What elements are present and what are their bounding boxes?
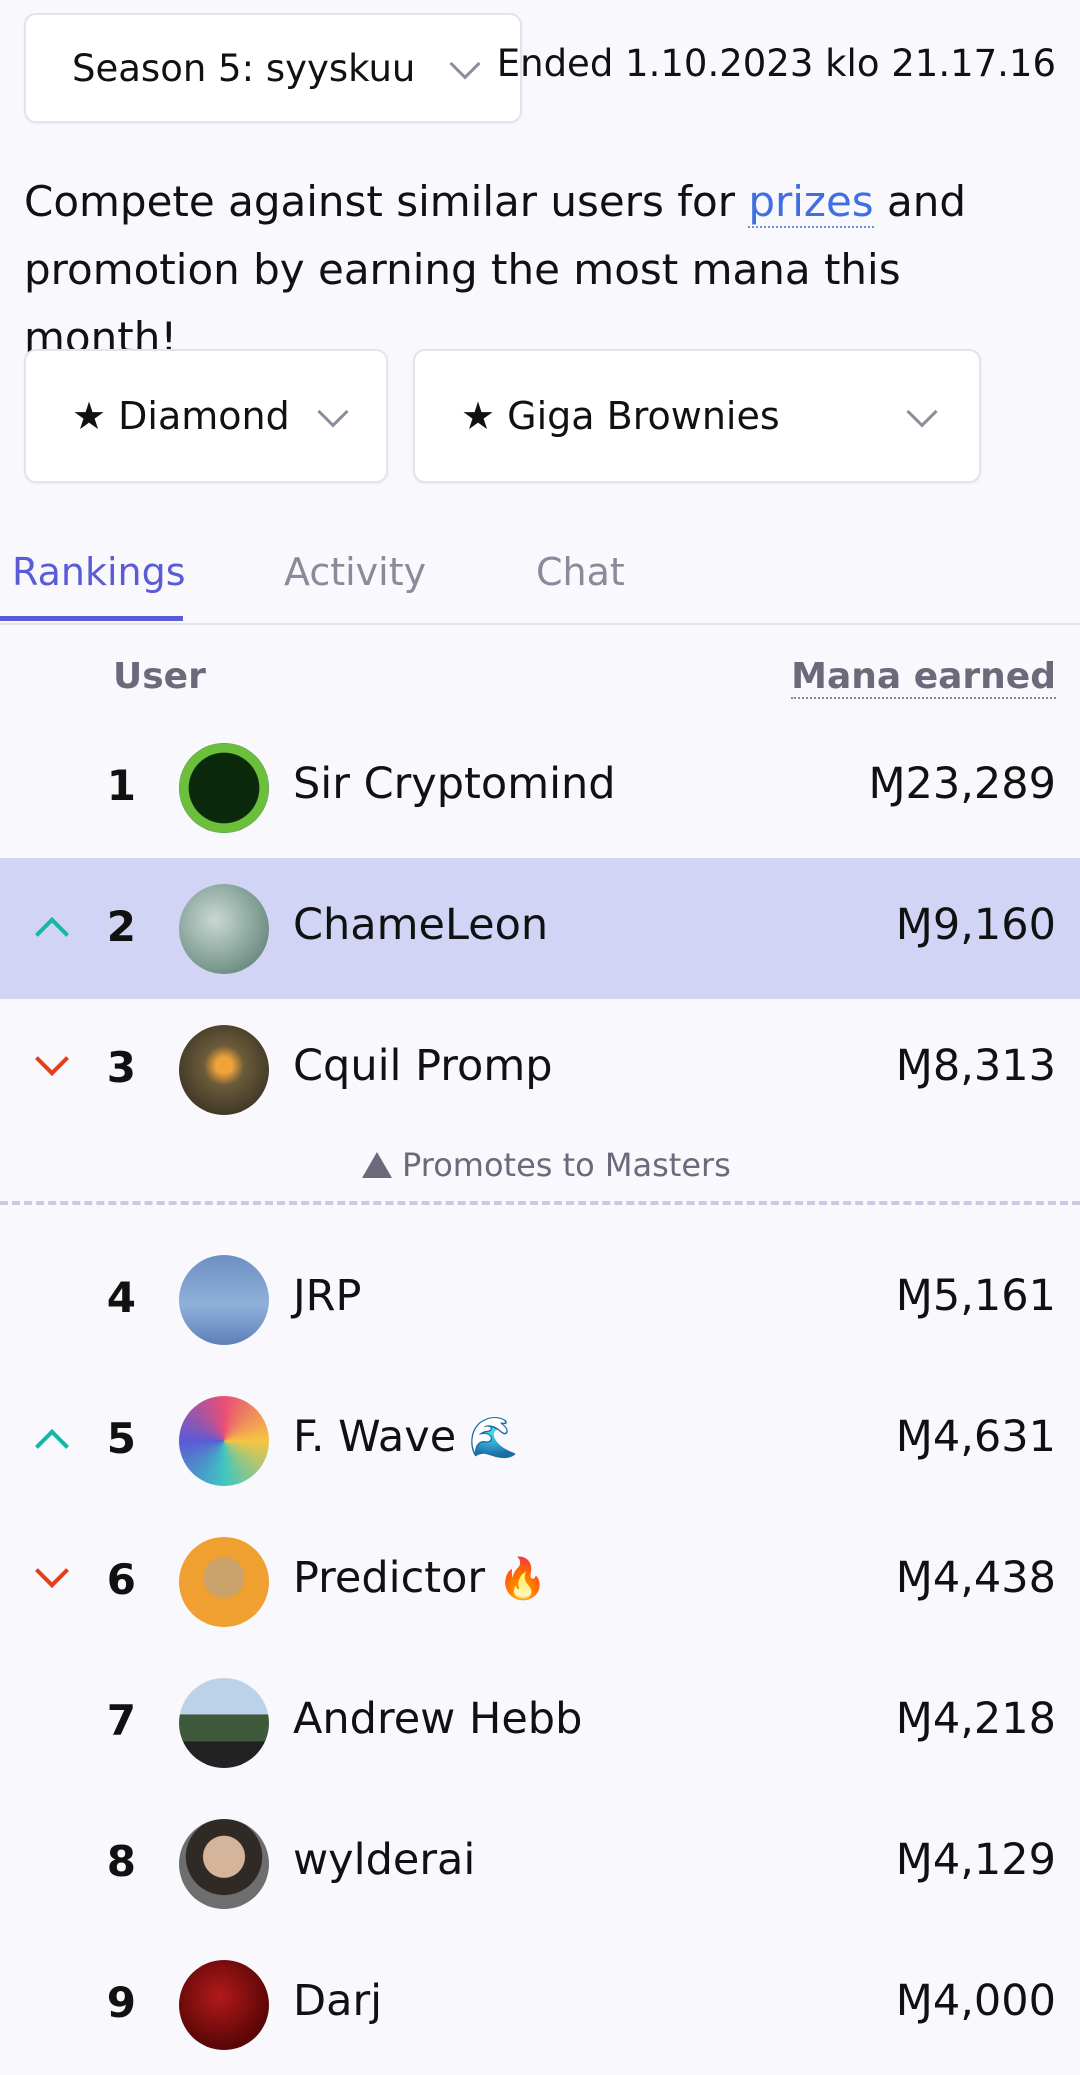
ranking-row[interactable]: 5 F. Wave 🌊 Ɱ4,631 bbox=[0, 1370, 1080, 1511]
ranking-row[interactable]: 7 Andrew Hebb Ɱ4,218 bbox=[0, 1652, 1080, 1793]
tab-activity[interactable]: Activity bbox=[284, 550, 426, 594]
user-name-link[interactable]: Darj bbox=[293, 1976, 382, 2026]
mana-earned: Ɱ4,438 bbox=[895, 1553, 1056, 1603]
mana-earned: Ɱ4,631 bbox=[895, 1412, 1056, 1462]
mana-earned: Ɱ5,161 bbox=[895, 1271, 1056, 1321]
user-name: Andrew Hebb bbox=[293, 1694, 583, 1744]
column-header-mana[interactable]: Mana earned bbox=[791, 656, 1056, 699]
user-name-link[interactable]: ChameLeon bbox=[293, 900, 548, 950]
intro-text: Compete against similar users for prizes… bbox=[24, 168, 1064, 372]
avatar[interactable] bbox=[179, 1819, 269, 1909]
rank-number: 5 bbox=[106, 1414, 136, 1463]
avatar[interactable] bbox=[179, 743, 269, 833]
chevron-down-icon bbox=[35, 1042, 69, 1076]
chevron-down-icon bbox=[317, 396, 349, 428]
rank-number: 1 bbox=[106, 761, 136, 810]
mana-earned: Ɱ8,313 bbox=[895, 1041, 1056, 1091]
ranking-row[interactable]: 4 JRP Ɱ5,161 bbox=[0, 1229, 1080, 1370]
promotion-text: Promotes to Masters bbox=[402, 1146, 731, 1184]
user-name-link[interactable]: JRP bbox=[293, 1271, 362, 1321]
user-name: Sir Cryptomind bbox=[293, 759, 616, 809]
user-name-link[interactable]: F. Wave 🌊 bbox=[293, 1412, 519, 1462]
avatar[interactable] bbox=[179, 1960, 269, 2050]
mana-earned: Ɱ4,218 bbox=[895, 1694, 1056, 1744]
avatar[interactable] bbox=[179, 884, 269, 974]
ranking-row[interactable]: 2 ChameLeon Ɱ9,160 bbox=[0, 858, 1080, 999]
rank-number: 3 bbox=[106, 1043, 136, 1092]
rank-number: 2 bbox=[106, 902, 136, 951]
avatar[interactable] bbox=[179, 1025, 269, 1115]
rank-number: 7 bbox=[106, 1696, 136, 1745]
tab-chat[interactable]: Chat bbox=[536, 550, 625, 594]
user-name: F. Wave bbox=[293, 1412, 457, 1462]
user-name: wylderai bbox=[293, 1835, 476, 1885]
promotion-divider bbox=[0, 1201, 1080, 1205]
prizes-link[interactable]: prizes bbox=[748, 177, 874, 228]
chevron-down-icon bbox=[449, 48, 481, 80]
ranking-row[interactable]: 1 Sir Cryptomind Ɱ23,289 bbox=[0, 717, 1080, 858]
mana-earned: Ɱ4,129 bbox=[895, 1835, 1056, 1885]
season-header: Season 5: syyskuu Ended 1.10.2023 klo 21… bbox=[0, 0, 1080, 125]
avatar[interactable] bbox=[179, 1537, 269, 1627]
user-name: ChameLeon bbox=[293, 900, 549, 950]
user-name-link[interactable]: Andrew Hebb bbox=[293, 1694, 582, 1744]
tab-rankings[interactable]: Rankings bbox=[12, 550, 186, 594]
avatar[interactable] bbox=[179, 1255, 269, 1345]
season-select-value: Season 5: syyskuu bbox=[72, 46, 416, 90]
division-select[interactable]: ★ Diamond bbox=[24, 349, 388, 483]
season-ended-text: Ended 1.10.2023 klo 21.17.16 bbox=[496, 42, 1056, 85]
avatar[interactable] bbox=[179, 1678, 269, 1768]
chevron-up-icon bbox=[35, 917, 69, 951]
user-name-link[interactable]: Predictor 🔥 bbox=[293, 1553, 548, 1603]
avatar[interactable] bbox=[179, 1396, 269, 1486]
column-header-user: User bbox=[113, 656, 206, 697]
triangle-up-icon bbox=[362, 1152, 392, 1178]
chevron-down-icon bbox=[35, 1554, 69, 1588]
ranking-row[interactable]: 9 Darj Ɱ4,000 bbox=[0, 1934, 1080, 2075]
ranking-row[interactable]: 8 wylderai Ɱ4,129 bbox=[0, 1793, 1080, 1934]
ranking-row[interactable]: 6 Predictor 🔥 Ɱ4,438 bbox=[0, 1511, 1080, 1652]
user-name-link[interactable]: Sir Cryptomind bbox=[293, 759, 616, 809]
user-name: Predictor bbox=[293, 1553, 486, 1603]
chevron-up-icon bbox=[35, 1429, 69, 1463]
cohort-select-value: ★ Giga Brownies bbox=[461, 394, 780, 438]
rank-number: 8 bbox=[106, 1837, 136, 1886]
mana-earned: Ɱ4,000 bbox=[895, 1976, 1056, 2026]
ranking-row[interactable]: 3 Cquil Promp Ɱ8,313 bbox=[0, 999, 1080, 1140]
intro-before: Compete against similar users for bbox=[24, 177, 749, 226]
active-tab-indicator bbox=[0, 616, 183, 621]
user-name-link[interactable]: wylderai bbox=[293, 1835, 475, 1885]
season-select[interactable]: Season 5: syyskuu bbox=[24, 13, 522, 123]
promotion-marker: Promotes to Masters bbox=[362, 1146, 731, 1184]
user-name: Cquil Promp bbox=[293, 1041, 553, 1091]
chevron-down-icon bbox=[906, 396, 938, 428]
user-emoji: 🌊 bbox=[456, 1415, 519, 1461]
user-name-link[interactable]: Cquil Promp bbox=[293, 1041, 553, 1091]
mana-earned: Ɱ23,289 bbox=[868, 759, 1056, 809]
rank-number: 4 bbox=[106, 1273, 136, 1322]
user-name: Darj bbox=[293, 1976, 383, 2026]
user-emoji: 🔥 bbox=[485, 1556, 548, 1602]
rank-number: 6 bbox=[106, 1555, 136, 1604]
mana-earned: Ɱ9,160 bbox=[895, 900, 1056, 950]
rank-number: 9 bbox=[106, 1978, 136, 2027]
cohort-select[interactable]: ★ Giga Brownies bbox=[413, 349, 981, 483]
division-select-value: ★ Diamond bbox=[72, 394, 290, 438]
tab-bar: Rankings Activity Chat bbox=[0, 520, 1080, 625]
user-name: JRP bbox=[293, 1271, 362, 1321]
